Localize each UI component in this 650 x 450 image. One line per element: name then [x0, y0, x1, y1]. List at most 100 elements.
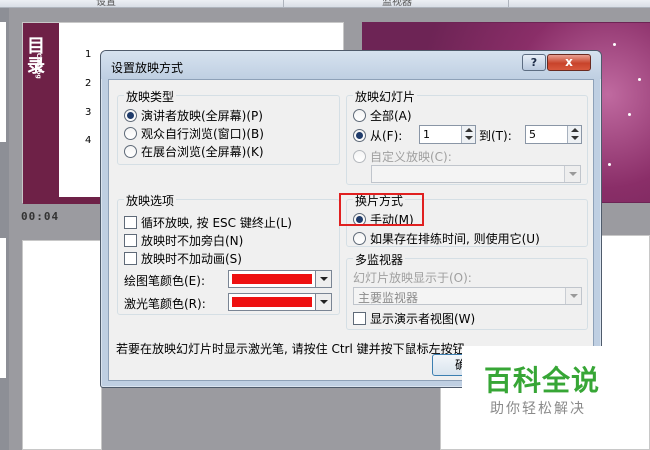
laser-color-label: 激光笔颜色(R):: [124, 297, 206, 311]
option-label: 从(F):: [370, 129, 403, 143]
monitor-select[interactable]: 主要监视器: [353, 287, 582, 305]
show-slides-group: 放映幻灯片 全部(A) 从(F): 1 到(T): 5 自定义放映(C):: [346, 88, 588, 185]
show-type-label: 放映类型: [124, 88, 177, 105]
loop-checkbox-row[interactable]: 循环放映, 按 ESC 键终止(L): [124, 214, 292, 231]
ribbon-separator: [508, 0, 509, 8]
dialog-body: 放映类型 演讲者放映(全屏幕)(P) 观众自行浏览(窗口)(B) 在展台浏览(全…: [108, 79, 594, 381]
radio-button[interactable]: [353, 129, 366, 142]
chevron-down-icon[interactable]: [565, 288, 581, 304]
pen-color-picker[interactable]: [228, 270, 332, 288]
laser-color-label-row: 激光笔颜色(R):: [124, 295, 206, 312]
chevron-down-icon[interactable]: [315, 294, 331, 310]
watermark: 百科全说 助你轻松解决: [462, 346, 626, 426]
radio-button[interactable]: [353, 150, 366, 163]
from-slide-value: 1: [423, 128, 430, 141]
multiple-monitors-label: 多监视器: [353, 251, 406, 268]
ribbon-label-monitor: 监视器: [382, 0, 412, 8]
option-label: 全部(A): [370, 109, 412, 123]
ribbon-separator: [283, 0, 284, 8]
laser-color-picker[interactable]: [228, 293, 332, 311]
option-label: 在展台浏览(全屏幕)(K): [141, 145, 264, 159]
chevron-down-icon[interactable]: [315, 271, 331, 287]
presenter-view-checkbox-row[interactable]: 显示演示者视图(W): [353, 310, 475, 327]
ribbon-label-setup: 设置: [96, 0, 116, 8]
to-slide-spinner[interactable]: 5: [525, 125, 582, 144]
to-slide-value: 5: [529, 128, 536, 141]
radio-button[interactable]: [124, 127, 137, 140]
checkbox-label: 放映时不加旁白(N): [141, 234, 244, 248]
checkbox-label: 放映时不加动画(S): [141, 252, 242, 266]
radio-button[interactable]: [353, 232, 366, 245]
laser-pointer-hint-row: 若要在放映幻灯片时显示激光笔, 请按住 Ctrl 键并按下鼠标左按钮。: [116, 340, 477, 357]
help-button[interactable]: ?: [522, 54, 546, 71]
laser-color-swatch: [232, 297, 312, 307]
spinner-arrows[interactable]: [461, 126, 475, 143]
monitor-select-value: 主要监视器: [358, 291, 419, 305]
to-slide-label-row: 到(T):: [479, 127, 512, 144]
sparkle: [613, 43, 616, 46]
close-button[interactable]: x: [547, 54, 591, 71]
slide-list-number: 4: [85, 135, 92, 146]
option-label: 自定义放映(C):: [370, 150, 452, 164]
display-on-label: 幻灯片放映显示于(O):: [353, 271, 472, 285]
display-on-label-row: 幻灯片放映显示于(O):: [353, 269, 472, 286]
dialog-title: 设置放映方式: [111, 61, 184, 75]
option-label: 如果存在排练时间, 则使用它(U): [370, 232, 540, 246]
checkbox-label: 显示演示者视图(W): [370, 312, 476, 326]
slide-pane-strip: [0, 8, 9, 450]
slide-thumbnail-3[interactable]: [22, 240, 102, 450]
highlight-box: [339, 193, 424, 226]
show-type-window-option[interactable]: 观众自行浏览(窗口)(B): [124, 125, 264, 142]
show-options-group: 放映选项 循环放映, 按 ESC 键终止(L) 放映时不加旁白(N) 放映时不加…: [117, 192, 340, 315]
chevron-down-icon[interactable]: [564, 166, 580, 182]
show-type-group: 放映类型 演讲者放映(全屏幕)(P) 观众自行浏览(窗口)(B) 在展台浏览(全…: [117, 88, 340, 165]
checkbox[interactable]: [124, 252, 137, 265]
checkbox[interactable]: [353, 312, 366, 325]
strip-slide[interactable]: [0, 238, 6, 378]
sparkle: [608, 163, 611, 166]
slide-timecode: 00:04: [21, 210, 60, 223]
dialog-titlebar[interactable]: 设置放映方式 ? x: [101, 51, 601, 79]
from-slide-spinner[interactable]: 1: [419, 125, 476, 144]
watermark-slogan: 助你轻松解决: [490, 401, 586, 417]
checkbox-label: 循环放映, 按 ESC 键终止(L): [141, 216, 292, 230]
slide-list-number: 2: [85, 78, 92, 89]
custom-show-combo[interactable]: [371, 165, 581, 183]
radio-button[interactable]: [124, 109, 137, 122]
show-slides-from-option[interactable]: 从(F):: [353, 127, 402, 144]
sparkle: [638, 78, 641, 81]
show-options-label: 放映选项: [124, 192, 177, 209]
no-animation-checkbox-row[interactable]: 放映时不加动画(S): [124, 250, 242, 267]
show-slides-all-option[interactable]: 全部(A): [353, 107, 412, 124]
slide-list-number: 1: [85, 49, 92, 60]
slide-list-number: 3: [85, 107, 92, 118]
pen-color-swatch: [232, 274, 312, 284]
show-type-kiosk-option[interactable]: 在展台浏览(全屏幕)(K): [124, 143, 264, 160]
option-label: 观众自行浏览(窗口)(B): [141, 127, 264, 141]
show-slides-label: 放映幻灯片: [353, 88, 418, 105]
pen-color-label: 绘图笔颜色(E):: [124, 274, 205, 288]
ribbon-bottom-edge: 设置 监视器: [0, 0, 650, 8]
pen-color-label-row: 绘图笔颜色(E):: [124, 272, 205, 289]
spin-up-icon[interactable]: [571, 128, 579, 132]
laser-pointer-hint: 若要在放映幻灯片时显示激光笔, 请按住 Ctrl 键并按下鼠标左按钮。: [116, 342, 477, 356]
spinner-arrows[interactable]: [567, 126, 581, 143]
strip-slide[interactable]: [0, 22, 6, 142]
radio-button[interactable]: [353, 109, 366, 122]
checkbox[interactable]: [124, 216, 137, 229]
watermark-logo: 百科全说: [484, 364, 601, 397]
spin-down-icon[interactable]: [465, 136, 473, 140]
spin-down-icon[interactable]: [571, 136, 579, 140]
radio-button[interactable]: [124, 145, 137, 158]
show-type-presenter-option[interactable]: 演讲者放映(全屏幕)(P): [124, 107, 263, 124]
no-narration-checkbox-row[interactable]: 放映时不加旁白(N): [124, 232, 243, 249]
multiple-monitors-group: 多监视器 幻灯片放映显示于(O): 主要监视器 显示演示者视图(W): [346, 251, 588, 330]
show-slides-custom-option[interactable]: 自定义放映(C):: [353, 148, 452, 165]
slide-subtitle: Catalog: [35, 53, 42, 79]
to-slide-label: 到(T):: [479, 129, 512, 143]
checkbox[interactable]: [124, 234, 137, 247]
advance-timings-option[interactable]: 如果存在排练时间, 则使用它(U): [353, 230, 540, 247]
option-label: 演讲者放映(全屏幕)(P): [141, 109, 263, 123]
sparkle: [628, 113, 631, 116]
spin-up-icon[interactable]: [465, 128, 473, 132]
